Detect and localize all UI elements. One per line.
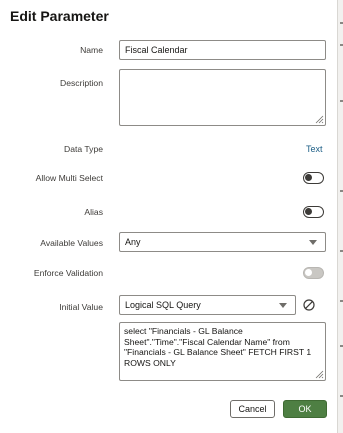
toggle-knob <box>305 208 312 215</box>
chevron-down-icon <box>309 239 317 245</box>
enforce-validation-label: Enforce Validation <box>33 268 103 278</box>
data-type-value[interactable]: Text <box>306 144 323 154</box>
initial-value-value: Logical SQL Query <box>125 300 201 310</box>
cancel-button[interactable]: Cancel <box>230 400 275 418</box>
data-type-label: Data Type <box>63 144 103 154</box>
allow-multi-select-toggle[interactable] <box>303 172 324 184</box>
resize-grip-icon[interactable] <box>315 115 324 124</box>
initial-value-label: Initial Value <box>59 302 103 312</box>
sql-query-textarea[interactable]: select "Financials - GL Balance Sheet"."… <box>119 322 326 381</box>
resize-grip-icon[interactable] <box>315 370 324 379</box>
dialog-title: Edit Parameter <box>10 8 109 24</box>
initial-value-select[interactable]: Logical SQL Query <box>119 295 296 315</box>
allow-multi-select-label: Allow Multi Select <box>35 173 103 183</box>
name-label: Name <box>80 45 103 55</box>
ok-button[interactable]: OK <box>283 400 327 418</box>
description-label: Description <box>60 78 103 88</box>
available-values-label: Available Values <box>40 238 103 248</box>
toggle-knob <box>305 174 312 181</box>
description-textarea[interactable] <box>119 69 326 126</box>
sql-query-text: select "Financials - GL Balance Sheet"."… <box>124 326 312 368</box>
chevron-down-icon <box>279 302 287 308</box>
toggle-knob <box>305 269 312 276</box>
alias-label: Alias <box>84 207 103 217</box>
name-input[interactable]: Fiscal Calendar <box>119 40 326 60</box>
available-values-select[interactable]: Any <box>119 232 326 252</box>
enforce-validation-toggle <box>303 267 324 279</box>
alias-toggle[interactable] <box>303 206 324 218</box>
background-edge <box>338 0 343 433</box>
edit-parameter-dialog: Edit Parameter Name Fiscal Calendar Desc… <box>0 0 338 433</box>
clear-icon[interactable] <box>302 298 316 312</box>
available-values-value: Any <box>125 237 141 247</box>
